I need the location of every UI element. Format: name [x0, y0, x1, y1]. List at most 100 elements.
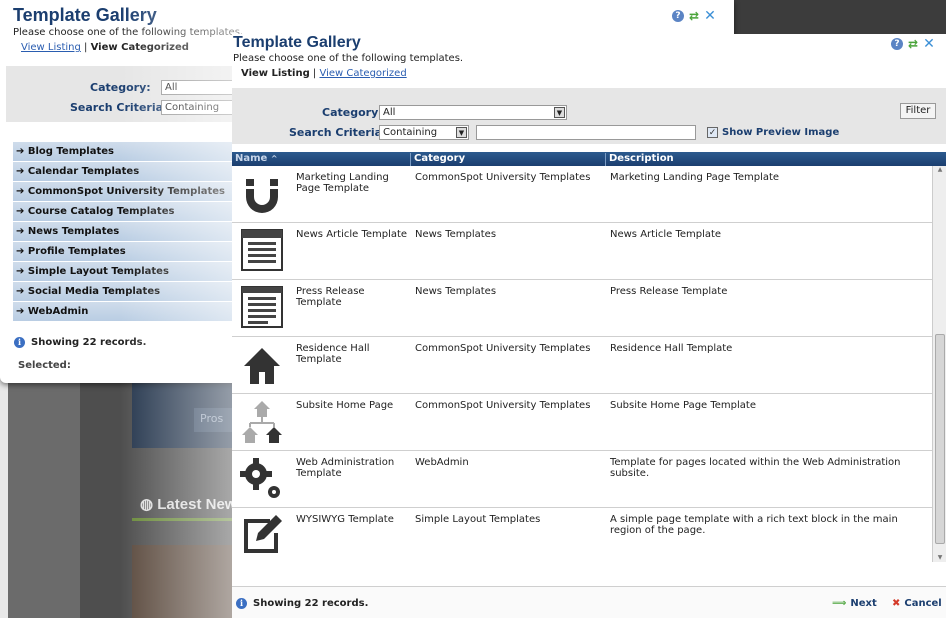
template-description: News Article Template: [610, 229, 722, 240]
template-description: Template for pages located within the We…: [610, 457, 901, 479]
filter-button[interactable]: Filter: [900, 103, 936, 119]
template-description: Press Release Template: [610, 286, 728, 297]
table-row[interactable]: Web Administration Template WebAdmin Tem…: [232, 451, 932, 508]
grid-header: Name ^ Category Description: [232, 152, 946, 166]
table-row[interactable]: Residence Hall Template CommonSpot Unive…: [232, 337, 932, 394]
column-header-category[interactable]: Category: [410, 153, 604, 166]
show-preview-checkbox[interactable]: ✓: [707, 127, 718, 138]
records-count: i Showing 22 records.: [14, 337, 146, 348]
grid-scrollbar[interactable]: ▲ ▼: [932, 166, 946, 562]
view-separator: |: [84, 42, 88, 53]
template-description: Subsite Home Page Template: [610, 400, 757, 411]
dialog-subtitle: Please choose one of the following templ…: [233, 53, 464, 64]
chevron-down-icon: ▼: [456, 127, 467, 138]
show-preview-label: Show Preview Image: [722, 127, 840, 138]
sort-asc-icon: ^: [270, 154, 278, 163]
background-banner: Pros: [132, 380, 234, 448]
background-banner-button: Pros: [194, 408, 234, 432]
search-input[interactable]: [476, 125, 696, 140]
house-icon: [244, 348, 280, 384]
background-top-bar: [734, 0, 946, 36]
column-header-description[interactable]: Description: [605, 153, 946, 166]
template-category: CommonSpot University Templates: [415, 400, 591, 411]
template-category: News Templates: [415, 229, 497, 240]
view-listing-current: View Listing: [241, 68, 310, 79]
view-separator: |: [312, 68, 317, 79]
dialog-header-icons: ? ⇄ ✕: [887, 37, 935, 51]
info-icon: i: [236, 598, 247, 609]
arrow-right-icon: ⟹: [832, 598, 847, 609]
table-row[interactable]: News Article Template News Templates New…: [232, 223, 932, 280]
scroll-down-icon[interactable]: ▼: [935, 554, 945, 562]
press-release-icon: [241, 286, 283, 328]
scrollbar-thumb[interactable]: [935, 334, 945, 544]
category-item[interactable]: ➔ CommonSpot University Templates: [13, 182, 232, 202]
template-category: Simple Layout Templates: [415, 514, 541, 525]
refresh-icon[interactable]: ⇄: [688, 10, 700, 22]
category-select[interactable]: All ▼: [379, 105, 567, 120]
template-name: Marketing Landing Page Template: [296, 172, 389, 194]
close-icon[interactable]: ✕: [704, 9, 716, 23]
category-label: Category:: [322, 106, 383, 119]
grid-rows: Marketing Landing Page Template CommonSp…: [232, 166, 932, 562]
category-label: Category:: [90, 81, 151, 94]
selected-label: Selected:: [18, 360, 71, 371]
category-item[interactable]: ➔ Calendar Templates: [13, 162, 232, 182]
template-description: Marketing Landing Page Template: [610, 172, 780, 183]
magnet-icon: [246, 179, 278, 213]
records-count: i Showing 22 records.: [236, 598, 368, 609]
next-button[interactable]: ⟹ Next: [832, 598, 877, 609]
info-icon: i: [14, 337, 25, 348]
template-name: WYSIWYG Template: [296, 514, 394, 525]
category-item[interactable]: ➔ WebAdmin: [13, 302, 232, 322]
template-description: Residence Hall Template: [610, 343, 733, 354]
view-categorized-link[interactable]: View Categorized: [319, 68, 406, 79]
help-icon[interactable]: ?: [672, 10, 684, 22]
close-icon[interactable]: ✕: [923, 37, 935, 51]
refresh-icon[interactable]: ⇄: [907, 38, 919, 50]
search-criteria-select[interactable]: Containing: [161, 100, 241, 115]
cancel-button[interactable]: ✖ Cancel: [892, 598, 942, 609]
help-icon[interactable]: ?: [891, 38, 903, 50]
category-item[interactable]: ➔ Blog Templates: [13, 142, 232, 162]
table-row[interactable]: Marketing Landing Page Template CommonSp…: [232, 166, 932, 223]
table-row[interactable]: Press Release Template News Templates Pr…: [232, 280, 932, 337]
category-item[interactable]: ➔ Social Media Templates: [13, 282, 232, 302]
table-row[interactable]: Subsite Home Page CommonSpot University …: [232, 394, 932, 451]
filter-panel: Category: All Search Criteria: Containin…: [6, 66, 241, 122]
template-name: News Article Template: [296, 229, 408, 240]
background-photo: [132, 545, 232, 618]
view-toggle: View Listing | View Categorized: [21, 42, 189, 53]
edit-pencil-icon: [244, 515, 282, 553]
template-grid: Name ^ Category Description Marketing La…: [232, 152, 946, 562]
category-item[interactable]: ➔ Profile Templates: [13, 242, 232, 262]
cancel-x-icon: ✖: [892, 598, 901, 609]
template-category: CommonSpot University Templates: [415, 172, 591, 183]
gears-icon: [240, 458, 280, 498]
view-categorized-current: View Categorized: [90, 42, 189, 53]
category-item[interactable]: ➔ Simple Layout Templates: [13, 262, 232, 282]
template-name: Subsite Home Page: [296, 400, 394, 411]
dialog-subtitle: Please choose one of the following templ…: [13, 27, 244, 38]
news-article-icon: [241, 229, 283, 271]
template-description: A simple page template with a rich text …: [610, 514, 898, 536]
category-item[interactable]: ➔ Course Catalog Templates: [13, 202, 232, 222]
search-criteria-label: Search Criteria:: [70, 101, 168, 114]
template-name: Residence Hall Template: [296, 343, 370, 365]
background-news-underline: [132, 518, 232, 521]
dialog-title: Template Gallery: [13, 5, 157, 25]
dialog-title: Template Gallery: [233, 34, 361, 51]
scroll-up-icon[interactable]: ▲: [935, 166, 945, 174]
subsite-tree-icon: [242, 401, 282, 443]
search-criteria-label: Search Criteria:: [289, 126, 387, 139]
view-listing-link[interactable]: View Listing: [21, 42, 81, 53]
search-criteria-select[interactable]: Containing ▼: [379, 125, 469, 140]
template-name: Press Release Template: [296, 286, 365, 308]
table-row[interactable]: WYSIWYG Template Simple Layout Templates…: [232, 508, 932, 562]
column-header-name[interactable]: Name ^: [232, 153, 409, 166]
category-item[interactable]: ➔ News Templates: [13, 222, 232, 242]
template-name: Web Administration Template: [296, 457, 395, 479]
template-category: WebAdmin: [415, 457, 469, 468]
background-news-heading: ◍ Latest New: [140, 496, 237, 513]
category-select[interactable]: All: [161, 80, 241, 95]
